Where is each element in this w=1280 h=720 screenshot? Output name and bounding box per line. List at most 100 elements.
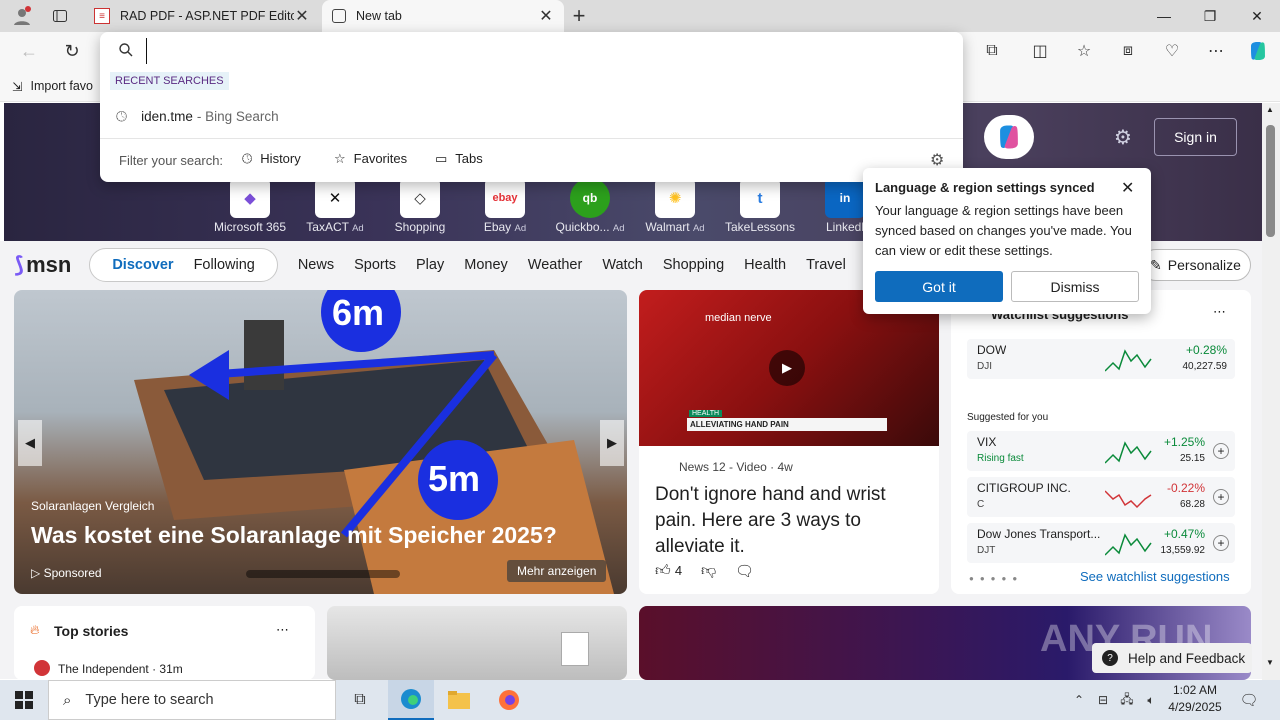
file-explorer-icon[interactable] — [436, 680, 482, 720]
more-options-icon[interactable]: ⋯ — [276, 622, 289, 638]
more-button[interactable]: Mehr anzeigen — [507, 560, 607, 582]
import-favorites-link[interactable]: ⇲ Import favo — [12, 76, 93, 96]
tab-actions-icon[interactable] — [48, 4, 72, 28]
nav-weather[interactable]: Weather — [528, 257, 583, 273]
new-tab-button[interactable]: + — [566, 3, 592, 28]
like-icon[interactable]: 👍︎ 4 — [655, 562, 682, 580]
recent-search-item[interactable]: 🕓︎ iden.tme - Bing Search — [100, 102, 963, 130]
carousel-prev-icon[interactable]: ◀ — [18, 420, 42, 466]
browser-essentials-icon[interactable]: ♡ — [1158, 38, 1186, 64]
more-options-icon[interactable]: ⋯ — [1213, 304, 1226, 320]
copilot-icon[interactable] — [1244, 38, 1272, 64]
stock-row[interactable]: Dow Jones Transport... DJT +0.47% 13,559.92… — [967, 523, 1235, 563]
extensions-icon[interactable]: ⧉ — [978, 38, 1006, 64]
popup-title: Language & region settings synced — [875, 180, 1095, 195]
scroll-thumb[interactable] — [1266, 125, 1275, 237]
taskbar-search[interactable]: ⌕ Type here to search — [48, 680, 336, 720]
quick-link[interactable]: t TakeLessons — [720, 178, 800, 234]
hero-story-card[interactable]: 6m 5m ◀ ▶ Solaranlagen Vergleich Was kos… — [14, 290, 627, 594]
firefox-icon[interactable] — [486, 680, 532, 720]
filter-favorites[interactable]: ☆ Favorites — [334, 151, 407, 167]
got-it-button[interactable]: Got it — [875, 271, 1003, 302]
more-menu-icon[interactable]: ⋯ — [1202, 38, 1230, 64]
star-icon: ☆ — [334, 151, 346, 166]
carousel-dots[interactable] — [246, 570, 400, 578]
msn-logo[interactable]: ⟆ msn — [14, 252, 71, 278]
profile-icon[interactable] — [10, 4, 34, 28]
quick-link[interactable]: ✕ TaxACT Ad — [295, 178, 375, 234]
split-screen-icon[interactable]: ◫ — [1026, 38, 1054, 64]
stock-row[interactable]: CITIGROUP INC. C -0.22% 68.28 + — [967, 477, 1235, 517]
close-tab-icon[interactable]: ✕ — [294, 6, 310, 26]
volume-icon[interactable]: 🔈︎ — [1140, 680, 1162, 720]
quick-link[interactable]: qb Quickbo... Ad — [550, 178, 630, 234]
close-window-button[interactable]: ✕ — [1234, 0, 1280, 32]
tab-rad-pdf[interactable]: ≡ RAD PDF - ASP.NET PDF Editor ar ✕ — [84, 0, 320, 32]
quick-link[interactable]: ✺ Walmart Ad — [635, 178, 715, 234]
nav-watch[interactable]: Watch — [602, 257, 643, 273]
add-to-watchlist-icon[interactable]: + — [1213, 489, 1229, 505]
close-icon[interactable]: ✕ — [1121, 178, 1134, 198]
nav-money[interactable]: Money — [464, 257, 508, 273]
close-tab-icon[interactable]: ✕ — [538, 6, 554, 26]
edge-taskbar-icon[interactable] — [388, 680, 434, 720]
nav-shopping[interactable]: Shopping — [663, 257, 724, 273]
dismiss-button[interactable]: Dismiss — [1011, 271, 1139, 302]
search-settings-icon[interactable]: ⚙ — [930, 150, 944, 170]
scroll-down-icon[interactable]: ▼ — [1266, 658, 1274, 667]
settings-icon[interactable]: ⚙ — [1114, 125, 1132, 150]
comment-icon[interactable]: 🗨︎ — [735, 562, 754, 580]
filter-history[interactable]: 🕓︎ History — [242, 151, 301, 167]
taskbar-search-placeholder: Type here to search — [85, 692, 214, 708]
filter-tabs[interactable]: ▭ Tabs — [435, 151, 483, 167]
popup-body: Your language & region settings have bee… — [875, 203, 1132, 258]
tab-following[interactable]: Following — [184, 257, 265, 273]
collections-icon[interactable]: ⧈ — [1114, 38, 1142, 64]
task-view-icon[interactable]: ⧉ — [338, 680, 382, 720]
minimize-button[interactable]: — — [1141, 0, 1187, 32]
image-story-card[interactable] — [327, 606, 627, 680]
scroll-up-icon[interactable]: ▲ — [1266, 105, 1274, 114]
stock-row[interactable]: VIX Rising fast +1.25% 25.15 + — [967, 431, 1235, 471]
quick-link[interactable]: ebay Ebay Ad — [465, 178, 545, 234]
distance-label-5m: 5m — [428, 458, 481, 499]
quick-link[interactable]: ◇ Shopping — [380, 178, 460, 234]
add-to-watchlist-icon[interactable]: + — [1213, 535, 1229, 551]
nav-sports[interactable]: Sports — [354, 257, 396, 273]
stock-row[interactable]: DOW DJI +0.28% 40,227.59 — [967, 339, 1235, 379]
video-title[interactable]: Don't ignore hand and wrist pain. Here a… — [655, 482, 927, 560]
restore-button[interactable]: ❐ — [1187, 0, 1233, 32]
pager-dots[interactable]: ●●●●● — [969, 574, 1023, 583]
page-scrollbar[interactable]: ▲ ▼ — [1262, 103, 1280, 680]
refresh-icon[interactable]: ↻ — [58, 38, 86, 64]
network-icon[interactable]: 🖧︎ — [1116, 680, 1138, 720]
nav-news[interactable]: News — [298, 257, 334, 273]
help-feedback-button[interactable]: ? Help and Feedback — [1092, 643, 1252, 673]
hero-title[interactable]: Was kostet eine Solaranlage mit Speicher… — [31, 522, 557, 549]
copilot-search-icon[interactable] — [984, 115, 1034, 159]
personalize-button[interactable]: ✎ Personalize — [1140, 249, 1251, 281]
nav-travel[interactable]: Travel — [806, 257, 846, 273]
add-to-watchlist-icon[interactable]: + — [1213, 443, 1229, 459]
video-story-card[interactable]: median nerve ▶ HEALTH ALLEVIATING HAND P… — [639, 290, 939, 594]
show-hidden-icons[interactable]: ⌃ — [1068, 680, 1090, 720]
quick-link[interactable]: ◆ Microsoft 365 — [210, 178, 290, 234]
start-windows-icon[interactable] — [0, 680, 48, 720]
play-icon[interactable]: ▶ — [769, 350, 805, 386]
nav-play[interactable]: Play — [416, 257, 444, 273]
stock-change: +1.25% — [1163, 435, 1205, 449]
see-watchlist-link[interactable]: See watchlist suggestions — [1080, 569, 1230, 584]
tray-device-icon[interactable]: ⊟ — [1092, 680, 1114, 720]
address-input[interactable] — [146, 38, 946, 64]
tab-discover[interactable]: Discover — [102, 257, 183, 273]
dislike-icon[interactable]: 👎︎ — [701, 562, 716, 580]
clock[interactable]: 1:02 AM 4/29/2025 — [1164, 682, 1226, 718]
nav-health[interactable]: Health — [744, 257, 786, 273]
video-source: News 12 - Video · 4w — [679, 460, 793, 474]
carousel-next-icon[interactable]: ▶ — [600, 420, 624, 466]
favorites-icon[interactable]: ☆ — [1070, 38, 1098, 64]
notifications-icon[interactable]: 🗨︎ — [1234, 680, 1264, 720]
back-icon[interactable]: ← — [16, 38, 42, 64]
tab-new-tab[interactable]: New tab ✕ — [322, 0, 564, 32]
sign-in-button[interactable]: Sign in — [1154, 118, 1237, 156]
